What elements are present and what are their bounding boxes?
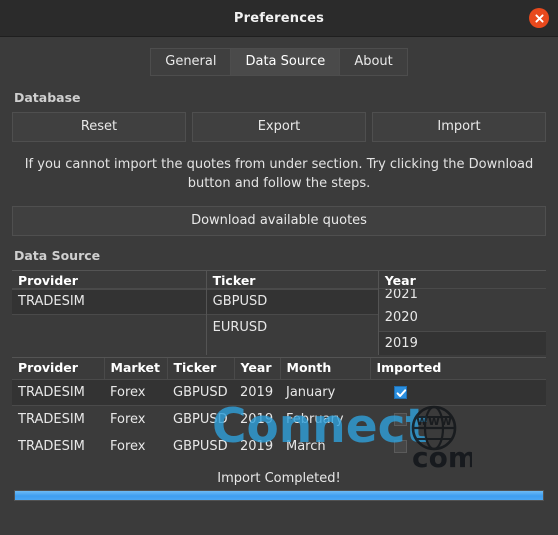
- preferences-window: Preferences General Data Source About Da…: [0, 0, 558, 535]
- cell-market: Forex: [104, 379, 167, 406]
- provider-list[interactable]: TRADESIM: [12, 289, 206, 315]
- tab-bar: General Data Source About: [0, 37, 558, 86]
- cell-provider: [12, 460, 104, 466]
- import-progress-fill: [15, 491, 543, 500]
- year-list[interactable]: 2021 2020 2019: [378, 289, 546, 355]
- export-button[interactable]: Export: [192, 112, 366, 142]
- cell-imported: [370, 433, 546, 460]
- cell-year: 2019: [240, 412, 274, 427]
- cell-ticker: GBPUSD: [173, 439, 228, 454]
- database-hint-text: If you cannot import the quotes from und…: [24, 157, 534, 191]
- cell-market: [104, 460, 167, 466]
- cell-month: February: [286, 412, 344, 427]
- column-header-market[interactable]: Market: [104, 358, 168, 380]
- cell-month: March: [286, 439, 326, 454]
- tab-general-label: General: [165, 54, 217, 69]
- title-bar: Preferences: [0, 0, 558, 37]
- table-row[interactable]: TRADESIM Forex GBPUSD 2019 January: [12, 379, 546, 406]
- cell-year: 2019: [234, 379, 280, 406]
- tab-about-label: About: [354, 54, 393, 69]
- column-header-imported[interactable]: Imported: [370, 358, 546, 380]
- imported-checkbox[interactable]: [394, 386, 407, 399]
- list-item[interactable]: 2019: [378, 331, 546, 355]
- cell-market: Forex: [110, 439, 146, 454]
- provider-column-header: Provider: [12, 271, 206, 289]
- ticker-column: Ticker GBPUSD EURUSD: [205, 271, 378, 355]
- cell-imported: [370, 406, 546, 434]
- table-row-partial[interactable]: [12, 460, 546, 466]
- tab-about[interactable]: About: [339, 48, 408, 76]
- tab-data-source-label: Data Source: [245, 54, 326, 69]
- imports-table: Provider Market Ticker Year Month Import…: [12, 358, 546, 466]
- tab-general[interactable]: General: [150, 48, 231, 76]
- imported-checkbox[interactable]: [394, 413, 407, 426]
- cell-month: January: [280, 379, 370, 406]
- data-source-section-label: Data Source: [14, 248, 101, 263]
- ticker-column-header: Ticker: [206, 271, 378, 289]
- cell-ticker: [167, 460, 234, 466]
- download-available-quotes-button[interactable]: Download available quotes: [12, 206, 546, 236]
- column-header-year[interactable]: Year: [234, 358, 281, 380]
- imported-checkbox[interactable]: [394, 440, 407, 453]
- reset-button[interactable]: Reset: [12, 112, 186, 142]
- list-item[interactable]: EURUSD: [207, 315, 378, 341]
- year-column: Year 2021 2020 2019: [377, 271, 546, 355]
- list-item[interactable]: TRADESIM: [12, 289, 206, 315]
- cell-imported: [370, 379, 546, 406]
- import-progress-bar: [14, 490, 544, 501]
- table-row[interactable]: TRADESIM Forex GBPUSD 2019 February: [12, 406, 546, 434]
- cell-year: 2019: [240, 439, 274, 454]
- database-button-row: Reset Export Import: [12, 112, 546, 142]
- cell-month: [280, 460, 370, 466]
- provider-column: Provider TRADESIM: [12, 271, 206, 355]
- cell-provider: TRADESIM: [12, 379, 104, 406]
- year-column-header: Year: [378, 271, 546, 289]
- data-source-panel: Database Reset Export Import If you cann…: [0, 90, 558, 501]
- column-header-month[interactable]: Month: [280, 358, 371, 380]
- cell-ticker: GBPUSD: [167, 379, 234, 406]
- list-item[interactable]: 2020: [379, 305, 546, 331]
- list-item[interactable]: 2021: [379, 289, 546, 305]
- tab-data-source[interactable]: Data Source: [230, 48, 340, 76]
- status-message: Import Completed!: [217, 471, 341, 486]
- cell-ticker: GBPUSD: [173, 412, 228, 427]
- database-section-label: Database: [14, 90, 81, 105]
- cell-provider: TRADESIM: [18, 412, 85, 427]
- column-header-provider[interactable]: Provider: [12, 358, 105, 380]
- cell-imported: [370, 460, 546, 466]
- table-header-row: Provider Market Ticker Year Month Import…: [12, 358, 546, 380]
- cell-year: [234, 460, 280, 466]
- cell-market: Forex: [110, 412, 146, 427]
- list-item[interactable]: GBPUSD: [206, 289, 378, 315]
- close-icon[interactable]: [529, 8, 549, 28]
- cell-provider: TRADESIM: [18, 439, 85, 454]
- import-button[interactable]: Import: [372, 112, 546, 142]
- table-row[interactable]: TRADESIM Forex GBPUSD 2019 March: [12, 433, 546, 460]
- window-title: Preferences: [233, 10, 325, 26]
- ticker-list[interactable]: GBPUSD EURUSD: [206, 289, 378, 341]
- imports-table-wrapper[interactable]: Provider Market Ticker Year Month Import…: [12, 357, 546, 466]
- data-source-selector: Provider TRADESIM Ticker GBPUSD EURUSD Y…: [12, 270, 546, 355]
- column-header-ticker[interactable]: Ticker: [167, 358, 235, 380]
